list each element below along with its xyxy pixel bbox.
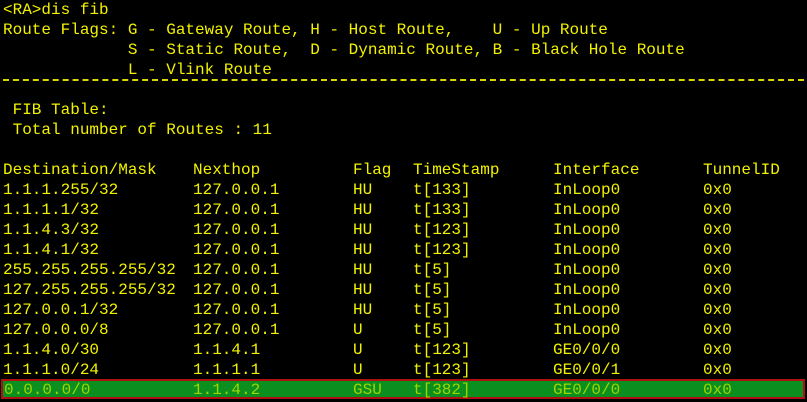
cell-tunnelid: 0x0 — [703, 261, 732, 279]
cell-flag: GSU — [353, 381, 382, 399]
cell-destination: 1.1.1.0/24 — [3, 361, 100, 379]
cell-destination: 127.0.0.1/32 — [3, 301, 119, 319]
table-row: 127.0.0.1/32 127.0.0.1 HU t[5] InLoop0 0… — [0, 300, 807, 320]
cell-tunnelid: 0x0 — [703, 221, 732, 239]
table-row: 255.255.255.255/32 127.0.0.1 HU t[5] InL… — [0, 260, 807, 280]
cell-interface: GE0/0/0 — [553, 381, 621, 399]
cell-nexthop: 127.0.0.1 — [193, 241, 280, 259]
cell-tunnelid: 0x0 — [703, 201, 732, 219]
cell-flag: HU — [353, 221, 373, 239]
cell-interface: InLoop0 — [553, 201, 621, 219]
cell-tunnelid: 0x0 — [703, 361, 732, 379]
cell-tunnelid: 0x0 — [703, 381, 732, 399]
cell-interface: InLoop0 — [553, 181, 621, 199]
cell-interface: GE0/0/0 — [553, 341, 621, 359]
cell-timestamp: t[5] — [413, 261, 452, 279]
table-header-row: Destination/Mask Nexthop Flag TimeStamp … — [0, 160, 807, 180]
cell-nexthop: 127.0.0.1 — [193, 301, 280, 319]
cell-timestamp: t[133] — [413, 181, 471, 199]
cell-timestamp: t[123] — [413, 341, 471, 359]
dashed-separator — [3, 79, 804, 81]
cell-flag: HU — [353, 241, 373, 259]
table-row: 1.1.4.0/30 1.1.4.1 U t[123] GE0/0/0 0x0 — [0, 340, 807, 360]
cell-destination: 1.1.4.0/30 — [3, 341, 100, 359]
cell-destination: 0.0.0.0/0 — [4, 381, 91, 399]
cell-flag: HU — [353, 181, 373, 199]
cell-flag: HU — [353, 281, 373, 299]
cell-tunnelid: 0x0 — [703, 281, 732, 299]
cell-tunnelid: 0x0 — [703, 341, 732, 359]
cell-tunnelid: 0x0 — [703, 301, 732, 319]
cell-nexthop: 127.0.0.1 — [193, 321, 280, 339]
cell-destination: 127.0.0.0/8 — [3, 321, 109, 339]
route-total-count: Total number of Routes : 11 — [3, 121, 272, 139]
cell-tunnelid: 0x0 — [703, 241, 732, 259]
cell-destination: 1.1.4.1/32 — [3, 241, 100, 259]
table-row: 1.1.1.255/32 127.0.0.1 HU t[133] InLoop0… — [0, 180, 807, 200]
cell-timestamp: t[133] — [413, 201, 471, 219]
route-flags-line-2: S - Static Route, D - Dynamic Route, B -… — [3, 41, 685, 59]
cell-destination: 255.255.255.255/32 — [3, 261, 176, 279]
cell-timestamp: t[123] — [413, 241, 471, 259]
command-prompt-line: <RA>dis fib — [3, 1, 109, 19]
header-destination: Destination/Mask — [3, 161, 157, 179]
cell-destination: 1.1.1.255/32 — [3, 181, 119, 199]
table-row: 1.1.4.1/32 127.0.0.1 HU t[123] InLoop0 0… — [0, 240, 807, 260]
cell-timestamp: t[5] — [413, 281, 452, 299]
cell-timestamp: t[123] — [413, 221, 471, 239]
cell-nexthop: 1.1.4.1 — [193, 341, 261, 359]
cell-flag: HU — [353, 261, 373, 279]
cell-tunnelid: 0x0 — [703, 321, 732, 339]
cell-timestamp: t[123] — [413, 361, 471, 379]
header-flag: Flag — [353, 161, 392, 179]
cell-interface: GE0/0/1 — [553, 361, 621, 379]
cell-nexthop: 127.0.0.1 — [193, 281, 280, 299]
cell-nexthop: 127.0.0.1 — [193, 181, 280, 199]
cell-nexthop: 127.0.0.1 — [193, 221, 280, 239]
cell-destination: 1.1.1.1/32 — [3, 201, 100, 219]
cell-nexthop: 127.0.0.1 — [193, 261, 280, 279]
route-flags-line-3: L - Vlink Route — [3, 61, 272, 79]
cell-flag: U — [353, 361, 363, 379]
cell-interface: InLoop0 — [553, 281, 621, 299]
cell-timestamp: t[5] — [413, 321, 452, 339]
cell-nexthop: 127.0.0.1 — [193, 201, 280, 219]
cell-nexthop: 1.1.1.1 — [193, 361, 261, 379]
cell-flag: U — [353, 321, 363, 339]
cell-flag: HU — [353, 301, 373, 319]
table-row: 1.1.1.1/32 127.0.0.1 HU t[133] InLoop0 0… — [0, 200, 807, 220]
route-flags-line-1: Route Flags: G - Gateway Route, H - Host… — [3, 21, 608, 39]
cell-interface: InLoop0 — [553, 261, 621, 279]
table-row: 127.255.255.255/32 127.0.0.1 HU t[5] InL… — [0, 280, 807, 300]
header-interface: Interface — [553, 161, 640, 179]
header-nexthop: Nexthop — [193, 161, 261, 179]
table-row: 1.1.4.3/32 127.0.0.1 HU t[123] InLoop0 0… — [0, 220, 807, 240]
cell-interface: InLoop0 — [553, 321, 621, 339]
cell-flag: HU — [353, 201, 373, 219]
cell-interface: InLoop0 — [553, 221, 621, 239]
header-tunnelid: TunnelID — [703, 161, 780, 179]
fib-table-title: FIB Table: — [3, 101, 109, 119]
cell-timestamp: t[5] — [413, 301, 452, 319]
cell-interface: InLoop0 — [553, 241, 621, 259]
header-timestamp: TimeStamp — [413, 161, 500, 179]
cell-timestamp: t[382] — [413, 381, 471, 399]
cell-tunnelid: 0x0 — [703, 181, 732, 199]
cell-destination: 127.255.255.255/32 — [3, 281, 176, 299]
cell-flag: U — [353, 341, 363, 359]
table-row: 1.1.1.0/24 1.1.1.1 U t[123] GE0/0/1 0x0 — [0, 360, 807, 380]
cell-nexthop: 1.1.4.2 — [193, 381, 261, 399]
cell-destination: 1.1.4.3/32 — [3, 221, 100, 239]
cell-interface: InLoop0 — [553, 301, 621, 319]
terminal-window[interactable]: <RA>dis fib Route Flags: G - Gateway Rou… — [0, 0, 807, 402]
table-row-highlighted-default-route[interactable]: 0.0.0.0/0 1.1.4.2 GSU t[382] GE0/0/0 0x0 — [1, 379, 805, 399]
table-row: 127.0.0.0/8 127.0.0.1 U t[5] InLoop0 0x0 — [0, 320, 807, 340]
